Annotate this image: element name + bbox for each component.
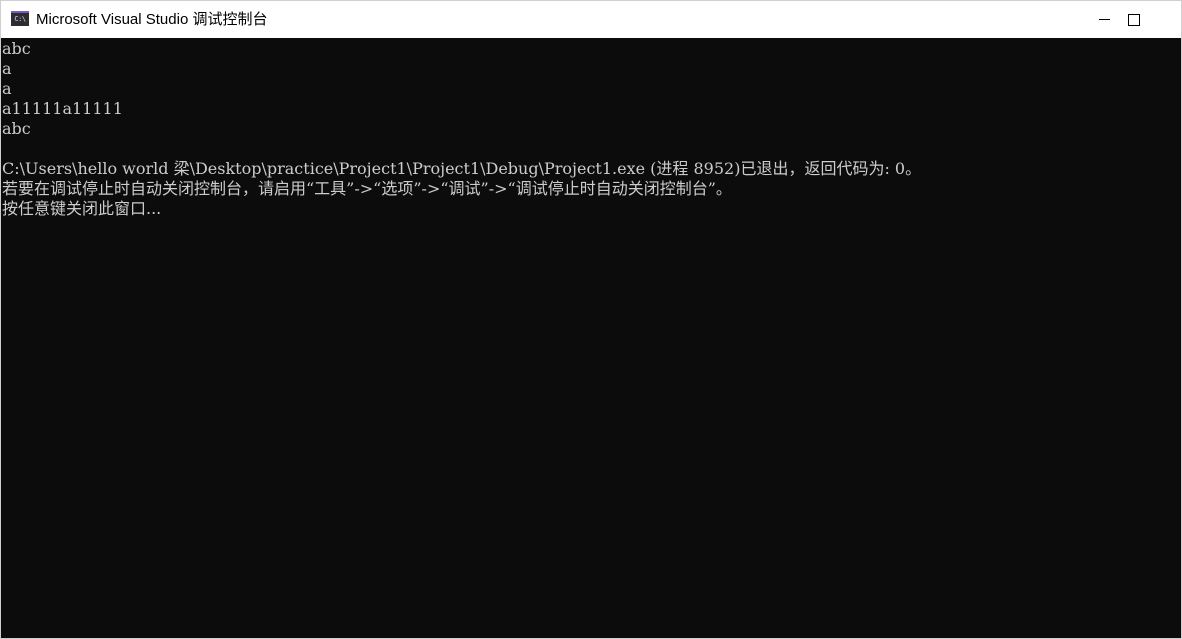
console-line: 若要在调试停止时自动关闭控制台，请启用“工具”->“选项”->“调试”->“调试… xyxy=(2,179,732,198)
console-line: a xyxy=(2,79,12,98)
console-line: a11111a11111 xyxy=(2,99,123,118)
maximize-button[interactable] xyxy=(1111,1,1157,38)
console-icon-label: C:\ xyxy=(14,15,26,23)
minimize-icon xyxy=(1098,19,1110,20)
console-line: C:\Users\hello world 梁\Desktop\practice\… xyxy=(2,159,922,178)
vs-console-icon[interactable]: C:\ xyxy=(11,11,29,26)
console-line: abc xyxy=(2,39,31,58)
window-title: Microsoft Visual Studio 调试控制台 xyxy=(36,11,268,28)
title-bar[interactable]: C:\ Microsoft Visual Studio 调试控制台 xyxy=(1,1,1181,38)
console-output[interactable]: abc a a a11111a11111 abc C:\Users\hello … xyxy=(1,39,1181,638)
console-window: C:\ Microsoft Visual Studio 调试控制台 abc a … xyxy=(0,0,1182,639)
maximize-icon xyxy=(1128,13,1140,26)
console-line: a xyxy=(2,59,12,78)
console-line: abc xyxy=(2,119,31,138)
console-line: 按任意键关闭此窗口... xyxy=(2,199,162,218)
